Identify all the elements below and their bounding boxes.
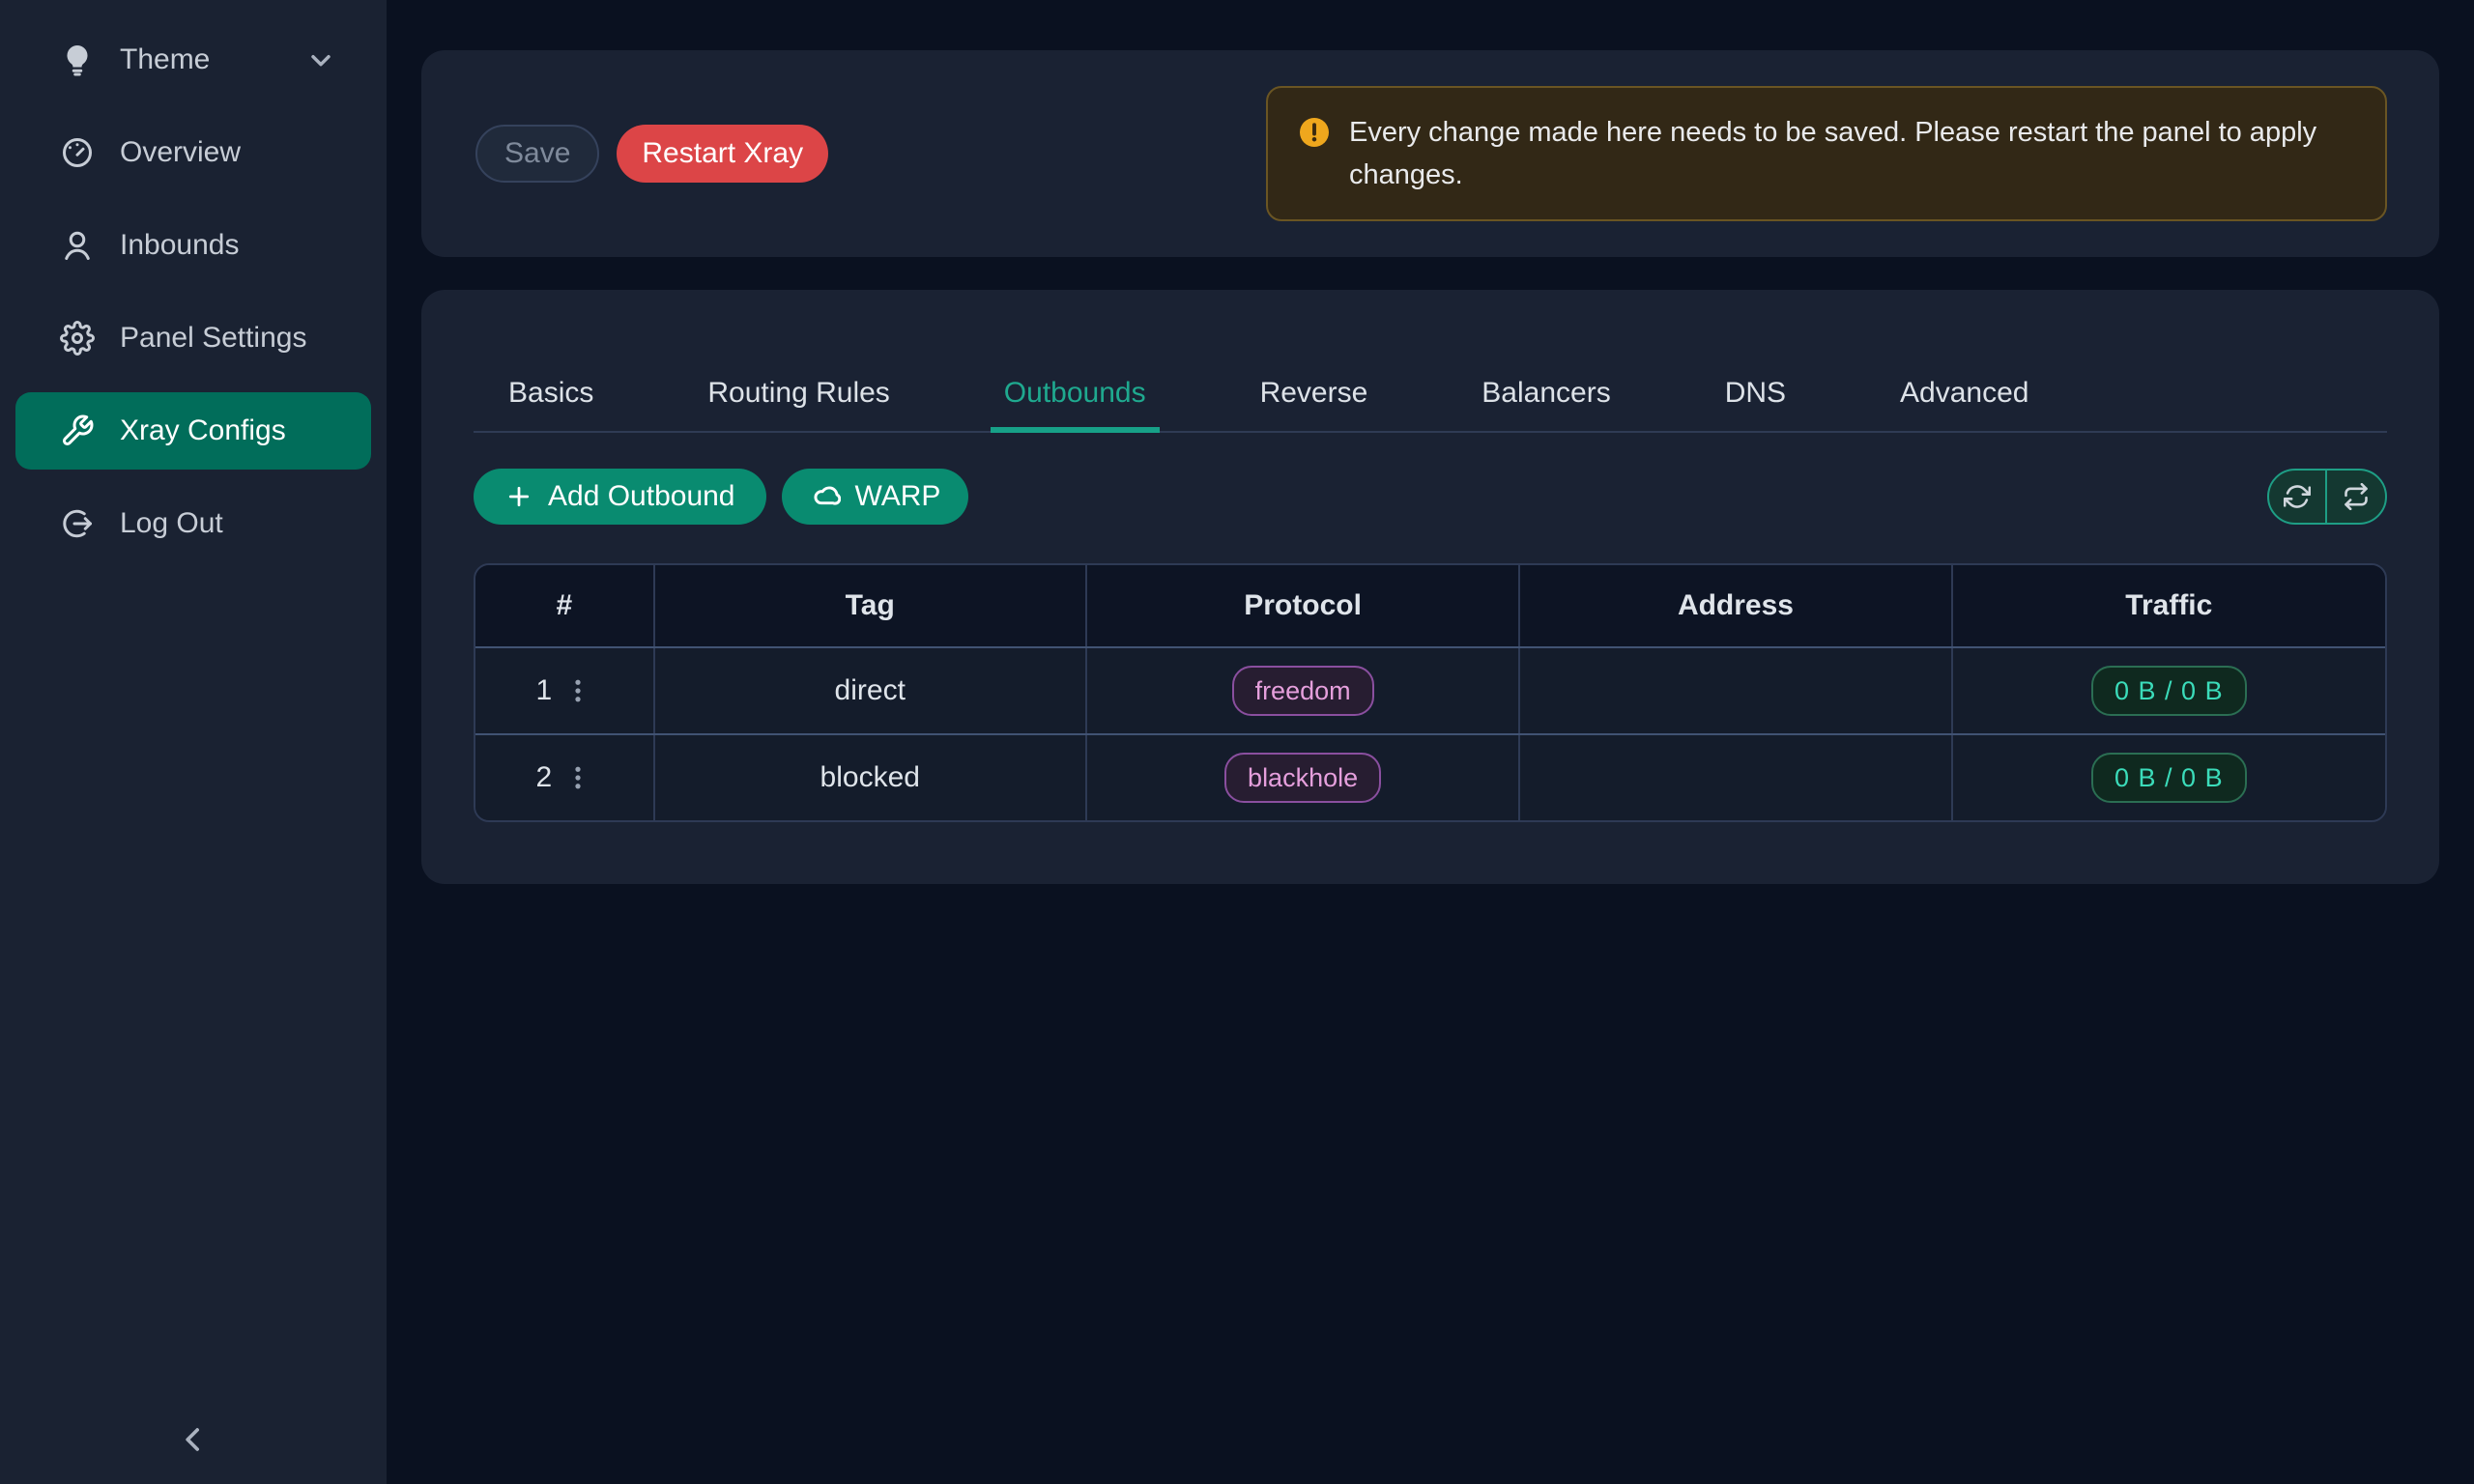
sidebar-item-log-out[interactable]: Log Out bbox=[15, 485, 371, 562]
warp-button[interactable]: WARP bbox=[782, 469, 969, 525]
save-button[interactable]: Save bbox=[475, 125, 599, 183]
column-header-protocol: Protocol bbox=[1087, 565, 1520, 646]
sidebar-item-label: Xray Configs bbox=[120, 414, 286, 447]
cloud-icon bbox=[810, 481, 841, 512]
sidebar-item-label: Panel Settings bbox=[120, 322, 306, 355]
wrench-icon bbox=[60, 414, 95, 448]
protocol-cell: freedom bbox=[1087, 648, 1520, 733]
gear-icon bbox=[60, 321, 95, 356]
column-header-address: Address bbox=[1520, 565, 1952, 646]
warp-label: WARP bbox=[855, 480, 941, 513]
traffic-badge: 0 B / 0 B bbox=[2091, 666, 2247, 716]
tab-advanced[interactable]: Advanced bbox=[1886, 361, 2042, 433]
traffic-badge: 0 B / 0 B bbox=[2091, 753, 2247, 803]
sidebar-item-label: Theme bbox=[120, 43, 210, 76]
sidebar-collapse-button[interactable] bbox=[170, 1416, 216, 1463]
sidebar-item-xray-configs[interactable]: Xray Configs bbox=[15, 392, 371, 470]
column-header-num: # bbox=[475, 565, 655, 646]
tab-balancers[interactable]: Balancers bbox=[1468, 361, 1624, 433]
tag-cell: direct bbox=[655, 648, 1087, 733]
chevron-left-icon bbox=[174, 1420, 213, 1459]
sidebar-item-label: Inbounds bbox=[120, 229, 239, 262]
warning-alert-text: Every change made here needs to be saved… bbox=[1349, 111, 2356, 196]
table-row: 2 blocked blackhole 0 B / 0 B bbox=[475, 733, 2385, 820]
plus-icon bbox=[504, 482, 533, 511]
tab-outbounds[interactable]: Outbounds bbox=[991, 361, 1160, 433]
sidebar-item-label: Overview bbox=[120, 136, 241, 169]
toolbar-card: Save Restart Xray Every change made here… bbox=[421, 50, 2439, 257]
table-header: # Tag Protocol Address Traffic bbox=[475, 565, 2385, 646]
row-menu-icon[interactable] bbox=[563, 763, 592, 792]
add-outbound-button[interactable]: Add Outbound bbox=[474, 469, 766, 525]
tab-basics[interactable]: Basics bbox=[495, 361, 607, 433]
lightbulb-icon bbox=[60, 43, 95, 77]
warning-icon bbox=[1297, 115, 1332, 150]
sidebar: Theme Overview Inbounds bbox=[0, 0, 387, 1484]
address-cell bbox=[1520, 735, 1952, 820]
sidebar-item-overview[interactable]: Overview bbox=[15, 114, 371, 191]
row-number: 1 bbox=[535, 674, 552, 707]
column-header-tag: Tag bbox=[655, 565, 1087, 646]
add-outbound-label: Add Outbound bbox=[548, 480, 735, 513]
protocol-cell: blackhole bbox=[1087, 735, 1520, 820]
tab-dns[interactable]: DNS bbox=[1712, 361, 1799, 433]
tab-reverse[interactable]: Reverse bbox=[1247, 361, 1382, 433]
protocol-badge: blackhole bbox=[1224, 753, 1381, 803]
traffic-cell: 0 B / 0 B bbox=[1953, 735, 2385, 820]
refresh-button[interactable] bbox=[2269, 471, 2327, 523]
actions-row: Add Outbound WARP bbox=[474, 469, 2387, 525]
table-row: 1 direct freedom 0 B / 0 B bbox=[475, 646, 2385, 733]
sidebar-item-panel-settings[interactable]: Panel Settings bbox=[15, 300, 371, 377]
sidebar-item-label: Log Out bbox=[120, 507, 223, 540]
row-number: 2 bbox=[535, 761, 552, 794]
num-cell: 1 bbox=[475, 648, 655, 733]
repeat-icon bbox=[2343, 483, 2370, 510]
sidebar-item-theme[interactable]: Theme bbox=[15, 21, 371, 99]
address-cell bbox=[1520, 648, 1952, 733]
refresh-icon bbox=[2284, 483, 2311, 510]
logout-icon bbox=[60, 506, 95, 541]
main-content: Save Restart Xray Every change made here… bbox=[387, 0, 2474, 1484]
gauge-icon bbox=[60, 135, 95, 170]
reset-traffic-button[interactable] bbox=[2327, 471, 2385, 523]
tab-routing-rules[interactable]: Routing Rules bbox=[694, 361, 903, 433]
restart-xray-button[interactable]: Restart Xray bbox=[617, 125, 828, 183]
chevron-down-icon bbox=[305, 44, 336, 75]
num-cell: 2 bbox=[475, 735, 655, 820]
protocol-badge: freedom bbox=[1232, 666, 1374, 716]
warning-alert: Every change made here needs to be saved… bbox=[1266, 86, 2387, 221]
column-header-traffic: Traffic bbox=[1953, 565, 2385, 646]
tag-cell: blocked bbox=[655, 735, 1087, 820]
outbounds-table: # Tag Protocol Address Traffic 1 direct … bbox=[474, 563, 2387, 822]
user-icon bbox=[60, 228, 95, 263]
xray-config-card: Basics Routing Rules Outbounds Reverse B… bbox=[421, 290, 2439, 884]
table-tools-group bbox=[2267, 469, 2387, 525]
traffic-cell: 0 B / 0 B bbox=[1953, 648, 2385, 733]
sidebar-item-inbounds[interactable]: Inbounds bbox=[15, 207, 371, 284]
config-tabs: Basics Routing Rules Outbounds Reverse B… bbox=[474, 290, 2387, 433]
row-menu-icon[interactable] bbox=[563, 676, 592, 705]
